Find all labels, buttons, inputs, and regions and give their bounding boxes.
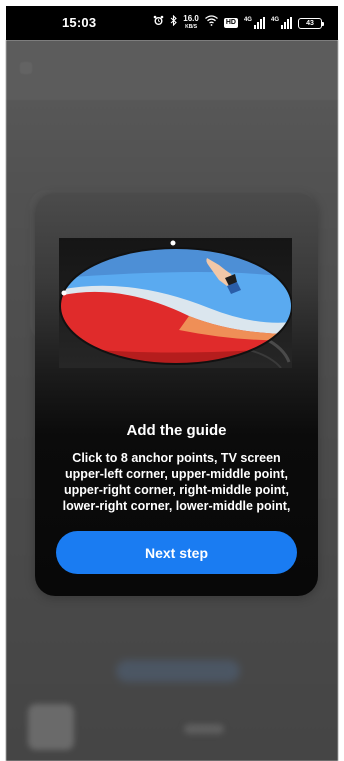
dialog-title: Add the guide bbox=[126, 422, 227, 439]
signal-bar bbox=[262, 17, 265, 29]
network-speed: 16.0 KB/S bbox=[183, 15, 199, 31]
battery-icon: 43 bbox=[298, 17, 324, 29]
screen: 15:03 16.0 KB/S HD 4G 4G 43 Add the guid… bbox=[0, 0, 344, 761]
background-button bbox=[116, 660, 240, 682]
sim2-network-label: 4G bbox=[270, 17, 279, 23]
signal-bar bbox=[259, 19, 262, 29]
signal-bar bbox=[281, 25, 283, 29]
signal-bar bbox=[253, 25, 256, 29]
add-guide-dialog: Add the guide Click to 8 anchor points, … bbox=[35, 193, 318, 596]
bluetooth-icon bbox=[170, 14, 178, 32]
signal-icon: 4G bbox=[244, 17, 265, 29]
wifi-icon bbox=[204, 14, 218, 32]
background-thumbnail bbox=[28, 704, 74, 750]
status-icons: 16.0 KB/S HD 4G 4G 43 bbox=[153, 14, 324, 32]
signal-bar bbox=[256, 22, 259, 29]
signal-icon-sim2: 4G bbox=[271, 17, 292, 29]
network-speed-value: 16.0 bbox=[183, 14, 199, 23]
network-speed-unit: KB/S bbox=[185, 24, 198, 30]
next-step-button[interactable]: Next step bbox=[56, 531, 297, 574]
signal-bar bbox=[287, 19, 289, 29]
status-bar: 15:03 16.0 KB/S HD 4G 4G 43 bbox=[6, 6, 338, 40]
battery-level: 43 bbox=[306, 19, 314, 27]
background-label bbox=[184, 724, 224, 734]
guide-illustration bbox=[59, 238, 292, 368]
background-header bbox=[6, 40, 338, 100]
sim1-network-label: 4G bbox=[243, 17, 252, 23]
signal-bar bbox=[290, 17, 292, 29]
background-back-icon bbox=[20, 62, 32, 74]
signal-bar bbox=[284, 22, 286, 29]
status-time: 15:03 bbox=[62, 15, 97, 30]
alarm-icon bbox=[153, 15, 164, 32]
hd-badge: HD bbox=[223, 18, 238, 28]
dialog-instructions: Click to 8 anchor points, TV screen uppe… bbox=[62, 451, 291, 513]
